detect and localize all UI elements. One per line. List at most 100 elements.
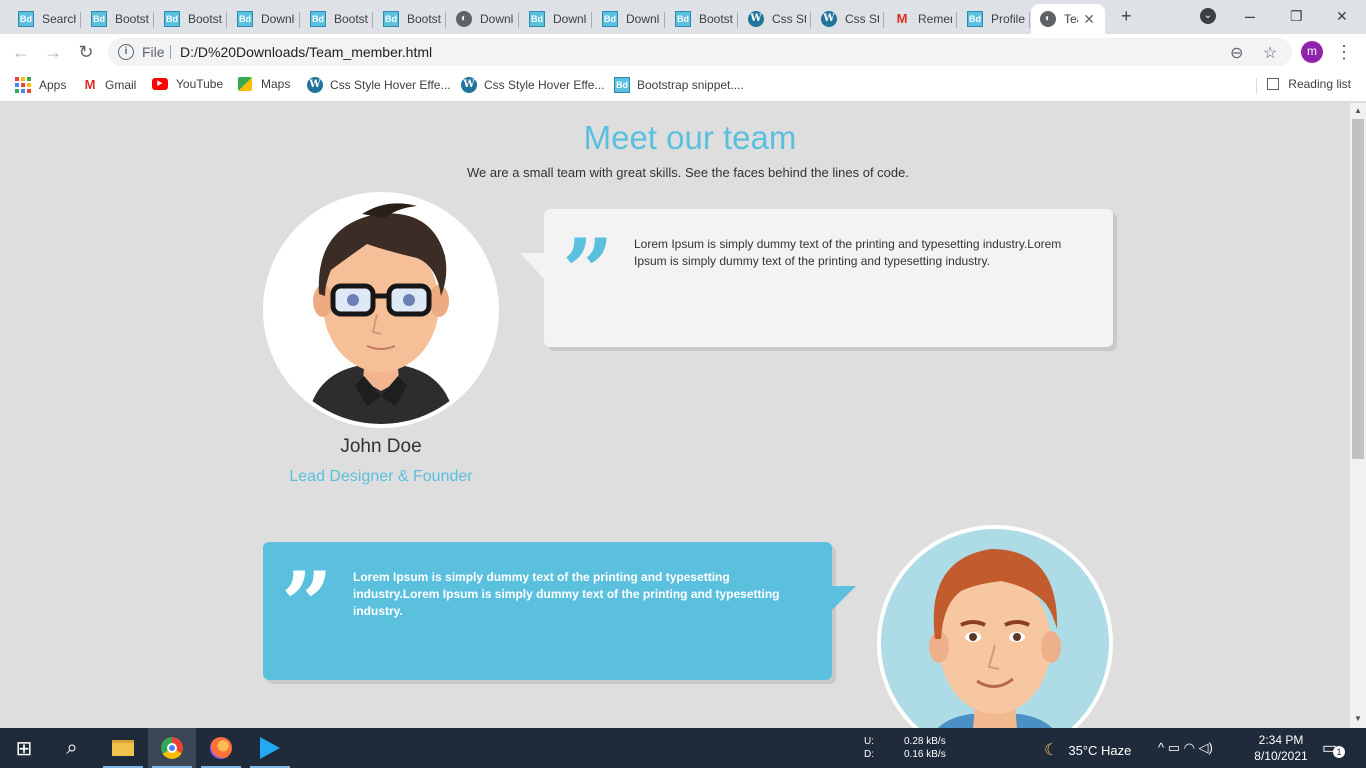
tab[interactable]: Bd Profile [958,4,1030,34]
tab[interactable]: M Remember [885,4,957,34]
start-button[interactable]: ⊞ [0,728,48,768]
tab[interactable]: W Css Style [812,4,884,34]
profile-avatar[interactable]: m [1301,41,1323,63]
url-scheme: File [142,44,165,60]
tab-separator [591,12,592,28]
net-down-label: D: [864,749,874,760]
bookmark-label: Bootstrap snippet.... [637,78,744,92]
male-avatar-illustration [307,203,455,424]
scroll-up-arrow[interactable]: ▲ [1354,106,1362,115]
clock-time: 2:34 PM [1258,733,1304,747]
windows-taskbar: ⊞ ⌕ U: 0.28 kB/s D: 0.16 kB/s ☾ 35°C Haze … [0,728,1366,768]
page-viewport: Meet our team We are a small team with g… [0,103,1350,728]
browser-toolbar: ← → ↻ i File D:/D%20Downloads/Team_membe… [0,34,1366,70]
quote-text: Lorem Ipsum is simply dummy text of the … [634,237,1062,268]
weather-widget[interactable]: ☾ 35°C Haze [1044,740,1131,760]
bookmark-item[interactable]: Maps [238,77,290,91]
reading-list-icon [1267,78,1280,90]
tab-label: Bootstrap [407,12,441,26]
clock[interactable]: 2:34 PM 8/10/2021 [1252,732,1310,764]
quote-card: ” Lorem Ipsum is simply dummy text of th… [544,209,1113,347]
tab[interactable]: W Css Style [739,4,811,34]
zoom-icon[interactable]: ⊖ [1230,43,1243,63]
page-subtitle: We are a small team with great skills. S… [467,165,909,180]
tab-label: Download [626,12,660,26]
member-role: Lead Designer & Founder [289,468,473,485]
weather-moon-icon: ☾ [1044,742,1059,759]
bookmarks-divider [1256,78,1257,94]
vscode-app[interactable] [246,728,294,768]
tab-label: Bootstrap [334,12,368,26]
tab[interactable]: Bd Bootstrap [374,4,446,34]
tab-label: Download [480,12,514,26]
tab-strip: + ⌄ – ❐ ✕ Bd Search Bd Bootstrap Bd Bootstrap… [0,0,1366,34]
scroll-down-arrow[interactable]: ▼ [1354,714,1362,723]
bookmark-label: Maps [261,77,291,91]
menu-icon[interactable]: ⋮ [1332,40,1356,64]
search-button[interactable]: ⌕ [48,728,96,768]
tab[interactable]: Bd Download [228,4,300,34]
restore-button[interactable]: ❐ [1290,8,1303,25]
tab[interactable]: Bd Bootstrap [666,4,738,34]
gmail-icon: M [84,77,96,92]
reading-list-button[interactable]: Reading list [1267,77,1351,91]
bd-favicon-icon: Bd [18,11,34,27]
maps-icon [238,77,252,91]
network-speed: U: 0.28 kB/s D: 0.16 kB/s [864,735,946,761]
back-button[interactable]: ← [9,40,33,64]
close-window-button[interactable]: ✕ [1336,8,1348,25]
bookmark-item[interactable]: M Gmail [82,77,137,93]
tab[interactable]: Bd Bootstrap [82,4,154,34]
bookmark-item[interactable]: Apps [15,77,66,93]
address-bar[interactable]: i File D:/D%20Downloads/Team_member.html… [108,38,1292,66]
info-icon[interactable]: i [118,44,134,60]
file-explorer-app[interactable] [99,728,147,768]
quote-icon: ” [281,552,333,658]
firefox-app[interactable] [197,728,245,768]
bookmark-item[interactable]: W Css Style Hover Effe... [461,77,605,93]
bookmark-label: Apps [39,78,67,92]
bookmark-star-icon[interactable]: ☆ [1263,43,1277,63]
url-text[interactable]: D:/D%20Downloads/Team_member.html [180,44,432,60]
member-name: John Doe [340,436,422,457]
tab[interactable]: Bd Download [520,4,592,34]
chrome-icon [161,737,183,759]
tab-label: Download [553,12,587,26]
bookmark-item[interactable]: W Css Style Hover Effe... [307,77,451,93]
bd-icon: Bd [614,77,630,93]
tab[interactable]: Bd Download [593,4,665,34]
new-tab-button[interactable]: + [1121,6,1132,27]
tab-separator [883,12,884,28]
tab[interactable]: ◐ Download [447,4,519,34]
minimize-button[interactable]: – [1245,6,1255,27]
bookmark-label: Css Style Hover Effe... [330,78,451,92]
tab-separator [226,12,227,28]
tab[interactable]: Bd Search [9,4,81,34]
tab-search-button[interactable]: ⌄ [1200,8,1216,24]
bookmark-item[interactable]: ▶ YouTube [152,77,223,91]
scroll-thumb[interactable] [1352,119,1364,459]
quote-text: Lorem Ipsum is simply dummy text of the … [353,570,780,618]
reload-button[interactable]: ↻ [74,40,98,64]
member-photo [263,192,499,428]
bookmark-item[interactable]: Bd Bootstrap snippet.... [614,77,744,93]
tab-separator [810,12,811,28]
tab[interactable]: ◐ Team ✕ [1031,4,1105,34]
tab[interactable]: Bd Bootstrap [301,4,373,34]
omnibox-divider [170,45,171,59]
bd-favicon-icon: Bd [237,11,253,27]
system-tray[interactable]: ^ ▭ ◠ ◁) [1158,740,1213,756]
bd-favicon-icon: Bd [164,11,180,27]
reading-list-label: Reading list [1288,77,1351,91]
page-scrollbar[interactable]: ▲ ▼ [1350,103,1366,728]
gmail-favicon-icon: M [896,11,908,26]
close-tab-icon[interactable]: ✕ [1083,11,1095,28]
wp-icon: W [461,77,477,93]
notification-center-button[interactable]: ▭ 1 [1322,738,1345,758]
forward-button[interactable]: → [41,40,65,64]
chrome-app[interactable] [148,728,196,768]
tab-separator [664,12,665,28]
tab-label: Team [1064,12,1078,26]
tab-label: Css Style [772,12,806,26]
tab[interactable]: Bd Bootstrap [155,4,227,34]
